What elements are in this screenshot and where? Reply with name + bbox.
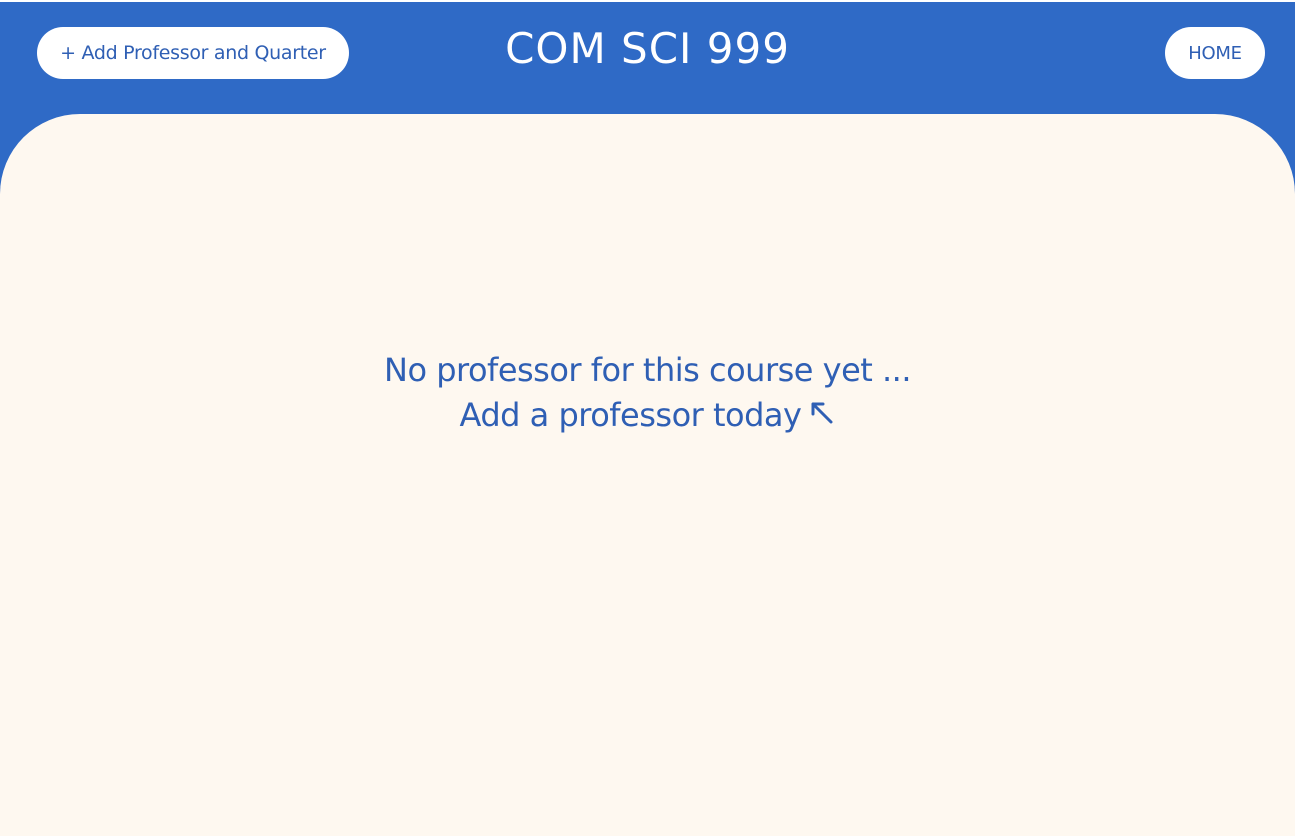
arrow-up-left-icon [809, 393, 835, 438]
empty-state-line-1: No professor for this course yet ... [384, 351, 911, 389]
empty-state-message: No professor for this course yet ... Add… [0, 348, 1295, 438]
header-bar: + Add Professor and Quarter COM SCI 999 … [0, 2, 1295, 114]
page: + Add Professor and Quarter COM SCI 999 … [0, 0, 1295, 836]
add-professor-and-quarter-button[interactable]: + Add Professor and Quarter [37, 27, 349, 79]
empty-state-line-2-row: Add a professor today [0, 393, 1295, 438]
home-button[interactable]: HOME [1165, 27, 1265, 79]
empty-state-line-2: Add a professor today [459, 396, 802, 434]
content-panel: No professor for this course yet ... Add… [0, 114, 1295, 836]
